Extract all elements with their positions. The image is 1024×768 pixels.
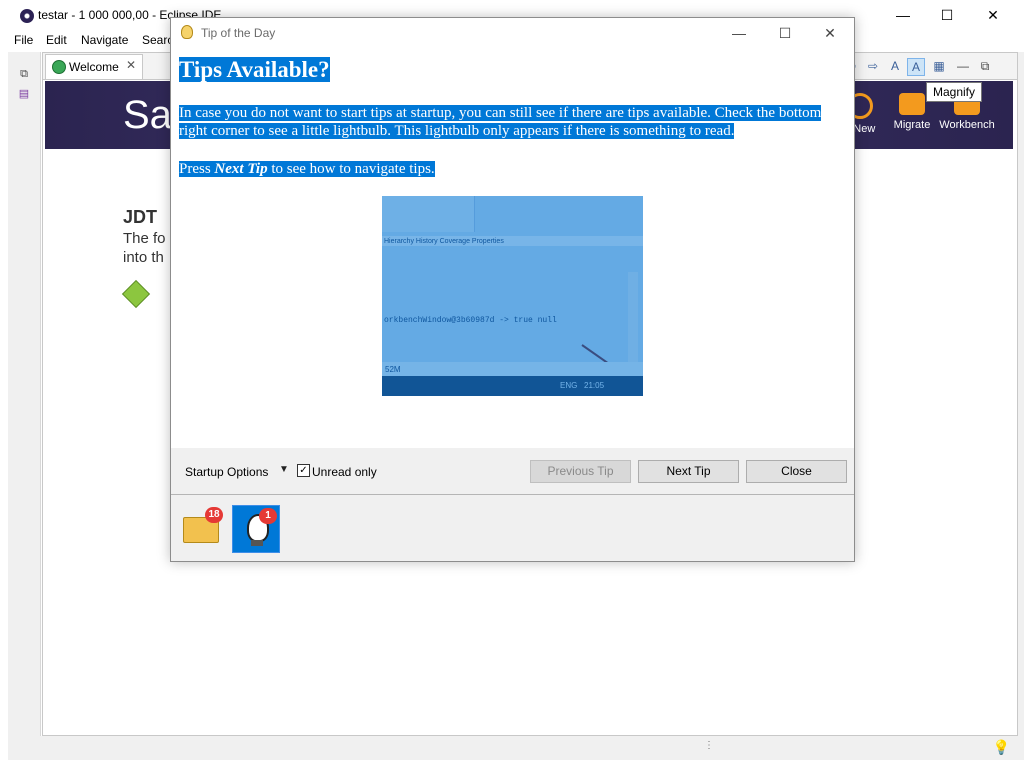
lightbulb-icon bbox=[181, 25, 193, 39]
magnify-icon[interactable]: A bbox=[907, 58, 925, 76]
minimize-button[interactable]: — bbox=[880, 4, 926, 26]
forward-arrow-icon[interactable]: ⇨ bbox=[865, 58, 881, 74]
provider-lightbulb[interactable]: 1 bbox=[232, 505, 280, 553]
eclipse-logo-icon bbox=[20, 9, 34, 23]
tip-heading: Tips Available? bbox=[179, 57, 330, 82]
tab-welcome-label: Welcome bbox=[69, 60, 119, 74]
maximize-view-icon[interactable]: ⧉ bbox=[977, 58, 993, 74]
reduce-font-icon[interactable]: A bbox=[887, 58, 903, 74]
right-trim bbox=[1018, 52, 1024, 742]
unread-only-label[interactable]: Unread only bbox=[312, 465, 377, 479]
minimize-view-icon[interactable]: — bbox=[955, 58, 971, 74]
tab-welcome[interactable]: Welcome ✕ bbox=[45, 54, 143, 79]
startup-options-label[interactable]: Startup Options bbox=[185, 465, 268, 479]
dialog-title: Tip of the Day bbox=[201, 26, 276, 40]
provider-folder[interactable]: 18 bbox=[177, 505, 223, 551]
lightbulb-base bbox=[251, 540, 263, 546]
package-explorer-icon[interactable]: ▤ bbox=[16, 86, 32, 102]
magnify-tooltip: Magnify bbox=[926, 82, 983, 102]
chevron-down-icon[interactable]: ▼ bbox=[279, 464, 289, 475]
menu-navigate[interactable]: Navigate bbox=[81, 33, 128, 47]
next-tip-button[interactable]: Next Tip bbox=[638, 460, 739, 483]
dialog-title-bar: Tip of the Day — ☐ ✕ bbox=[171, 18, 854, 48]
briefcase-icon bbox=[899, 93, 925, 115]
banner-title: Sa bbox=[123, 93, 172, 137]
provider-badge: 1 bbox=[259, 508, 277, 524]
menu-file[interactable]: File bbox=[14, 33, 33, 47]
tab-close-icon[interactable]: ✕ bbox=[126, 58, 136, 72]
section-title: JDT bbox=[123, 207, 158, 227]
dialog-footer: Startup Options ▼ ✓ Unread only Previous… bbox=[171, 448, 854, 495]
restore-icon[interactable]: ⧉ bbox=[16, 66, 32, 82]
dialog-close-button[interactable]: ✕ bbox=[810, 22, 850, 44]
left-trim-stack: ⧉ ▤ bbox=[8, 52, 41, 742]
tip-paragraph: In case you do not want to start tips at… bbox=[179, 105, 822, 139]
maximize-button[interactable]: ☐ bbox=[924, 4, 970, 26]
dialog-maximize-button[interactable]: ☐ bbox=[765, 22, 805, 44]
tip-provider-bar: 18 1 bbox=[171, 495, 854, 561]
gem-icon[interactable] bbox=[123, 281, 149, 307]
close-button[interactable]: ✕ bbox=[970, 4, 1016, 26]
next-tip-emphasis: Next Tip bbox=[214, 161, 268, 177]
tip-screenshot-image: Hierarchy History Coverage Properties or… bbox=[382, 196, 643, 396]
tip-of-the-day-dialog: Tip of the Day — ☐ ✕ Tips Available? In … bbox=[170, 17, 855, 562]
provider-badge: 18 bbox=[205, 507, 223, 523]
migrate-label: Migrate bbox=[893, 119, 931, 131]
menu-edit[interactable]: Edit bbox=[46, 33, 67, 47]
status-separator: ⋮ bbox=[704, 740, 714, 751]
tip-text: to see how to navigate tips. bbox=[267, 161, 435, 177]
selection-overlay bbox=[382, 196, 643, 396]
welcome-icon bbox=[52, 60, 66, 74]
tip-content: Tips Available? In case you do not want … bbox=[179, 56, 839, 198]
tip-text: Press bbox=[179, 161, 215, 177]
layout-icon[interactable]: ▦ bbox=[931, 58, 947, 74]
status-bar: ⋮ 💡 bbox=[8, 736, 1024, 760]
dialog-minimize-button[interactable]: — bbox=[719, 22, 759, 44]
unread-only-checkbox[interactable]: ✓ bbox=[297, 464, 310, 477]
previous-tip-button[interactable]: Previous Tip bbox=[530, 460, 631, 483]
workbench-label: Workbench bbox=[939, 119, 995, 131]
close-dialog-button[interactable]: Close bbox=[746, 460, 847, 483]
tips-lightbulb-icon[interactable]: 💡 bbox=[993, 739, 1010, 756]
tip-paragraph-next: Press Next Tip to see how to navigate ti… bbox=[179, 161, 435, 177]
